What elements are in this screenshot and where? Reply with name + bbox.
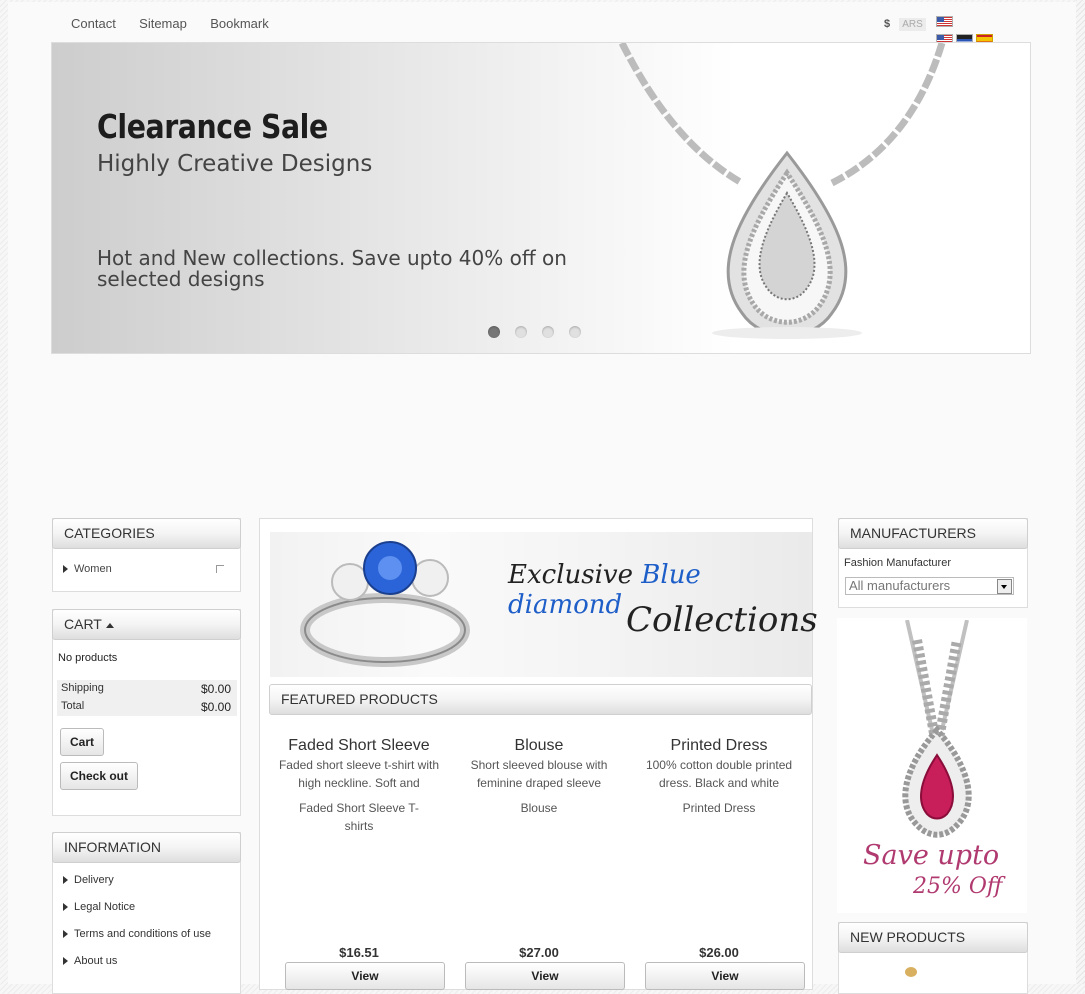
info-item-terms[interactable]: Terms and conditions of use — [53, 921, 240, 948]
new-products-block: NEW PRODUCTS — [838, 922, 1028, 994]
product-description: Short sleeved blouse with feminine drape… — [470, 758, 608, 790]
promo-line2: 25% Off — [913, 874, 1003, 899]
arrow-right-icon — [63, 957, 68, 966]
slider-subtitle: Highly Creative Designs — [97, 151, 373, 177]
expand-corner-icon[interactable] — [216, 565, 224, 573]
chevron-down-icon[interactable] — [997, 579, 1012, 594]
center-column: Exclusive Blue diamond Collections FEATU… — [259, 518, 818, 990]
ring-image — [300, 541, 470, 667]
product-card: Blouse Short sleeved blouse with feminin… — [453, 737, 625, 990]
slider-dot-3[interactable] — [542, 326, 554, 338]
info-item-about-us[interactable]: About us — [53, 948, 240, 975]
slider-desc-line2: selected designs — [97, 267, 265, 291]
product-thumbnail[interactable] — [905, 967, 917, 977]
blue-diamond-banner[interactable]: Exclusive Blue diamond Collections — [270, 532, 818, 677]
info-label[interactable]: Terms and conditions of use — [74, 928, 211, 940]
arrow-right-icon — [63, 876, 68, 885]
manufacturer-select[interactable]: All manufacturers — [845, 577, 1014, 595]
slider-dot-4[interactable] — [569, 326, 581, 338]
view-button[interactable]: View — [285, 962, 445, 990]
category-label[interactable]: Women — [74, 563, 112, 575]
product-name[interactable]: Faded Short Sleeve — [273, 737, 445, 755]
shipping-value: $0.00 — [200, 682, 231, 696]
arrow-right-icon — [63, 903, 68, 912]
information-list: Delivery Legal Notice Terms and conditio… — [53, 863, 240, 975]
promo-banner[interactable]: Save upto 25% Off — [837, 618, 1027, 913]
slider-title: Clearance Sale — [97, 107, 328, 146]
top-nav: Contact Sitemap Bookmark — [71, 16, 289, 31]
pendant-necklace-image — [618, 43, 946, 339]
info-label[interactable]: About us — [74, 955, 117, 967]
slider-description: Hot and New collections. Save upto 40% o… — [97, 248, 597, 290]
cart-button[interactable]: Cart — [60, 728, 105, 756]
checkout-button[interactable]: Check out — [60, 762, 139, 790]
currency-selector[interactable]: $ ARS — [884, 18, 926, 31]
arrow-right-icon — [63, 565, 68, 574]
info-item-delivery[interactable]: Delivery — [53, 867, 240, 894]
product-price: $16.51 — [339, 945, 379, 960]
cart-shipping-row: Shipping $0.00 — [57, 680, 237, 698]
product-description: Faded short sleeve t-shirt with high nec… — [278, 758, 440, 790]
manufacturer-link[interactable]: Fashion Manufacturer — [839, 549, 1027, 569]
info-item-legal-notice[interactable]: Legal Notice — [53, 894, 240, 921]
categories-title: CATEGORIES — [52, 518, 241, 549]
page: Contact Sitemap Bookmark $ ARS Clearance… — [8, 2, 1076, 994]
info-label[interactable]: Delivery — [74, 874, 114, 886]
currency-code[interactable]: ARS — [899, 18, 926, 31]
checkout-button-row: Check out — [53, 756, 240, 790]
hero-slider[interactable]: Clearance Sale Highly Creative Designs H… — [51, 42, 1031, 354]
cart-total-row: Total $0.00 — [57, 698, 237, 716]
window-edge — [1076, 0, 1085, 984]
us-flag-icon[interactable] — [936, 16, 953, 27]
arrow-right-icon — [63, 930, 68, 939]
view-button[interactable]: View — [645, 962, 805, 990]
product-price: $27.00 — [519, 945, 559, 960]
promo-line1: Save upto — [863, 840, 1000, 871]
cart-button-row: Cart — [53, 716, 240, 756]
information-title: INFORMATION — [52, 832, 241, 863]
collapse-arrow-icon[interactable] — [105, 622, 114, 628]
product-card: Printed Dress 100% cotton double printed… — [633, 737, 805, 990]
manufacturer-select-value: All manufacturers — [849, 578, 951, 593]
product-card: Faded Short Sleeve Faded short sleeve t-… — [273, 737, 445, 990]
banner-line2: Collections — [626, 600, 818, 640]
banner-line1-a: Exclusive — [508, 560, 642, 590]
product-name[interactable]: Printed Dress — [633, 737, 805, 755]
contact-link[interactable]: Contact — [71, 16, 116, 31]
product-price: $26.00 — [699, 945, 739, 960]
cart-block: CART No products Shipping $0.00 Total $0.0… — [52, 609, 241, 816]
cart-empty-text: No products — [58, 652, 118, 664]
manufacturers-block: MANUFACTURERS Fashion Manufacturer All m… — [838, 518, 1028, 608]
cart-title-text: CART — [64, 616, 102, 632]
featured-products-title: FEATURED PRODUCTS — [269, 684, 812, 715]
total-label: Total — [61, 700, 85, 712]
shipping-label: Shipping — [61, 682, 104, 694]
view-button[interactable]: View — [465, 962, 625, 990]
total-value: $0.00 — [200, 700, 231, 714]
currency-symbol[interactable]: $ — [884, 18, 890, 30]
product-subtitle[interactable]: Faded Short Sleeve T-shirts — [273, 799, 445, 835]
information-block: INFORMATION Delivery Legal Notice Terms … — [52, 832, 241, 994]
product-description: 100% cotton double printed dress. Black … — [645, 758, 793, 790]
manufacturers-title: MANUFACTURERS — [838, 518, 1028, 549]
product-subtitle[interactable]: Blouse — [453, 799, 625, 817]
ruby-pendant-image — [902, 620, 972, 838]
categories-block: CATEGORIES Women — [52, 518, 241, 592]
slider-pagination — [488, 326, 596, 341]
product-subtitle[interactable]: Printed Dress — [633, 799, 805, 817]
cart-title[interactable]: CART — [52, 609, 241, 640]
cart-totals: Shipping $0.00 Total $0.00 — [57, 680, 237, 716]
slider-dot-2[interactable] — [515, 326, 527, 338]
new-products-title: NEW PRODUCTS — [838, 922, 1028, 953]
bookmark-link[interactable]: Bookmark — [210, 16, 269, 31]
slider-desc-line1: Hot and New collections. Save upto 40% o… — [97, 246, 567, 270]
slider-dot-1[interactable] — [488, 326, 500, 338]
category-item-women[interactable]: Women — [53, 549, 240, 575]
info-label[interactable]: Legal Notice — [74, 901, 135, 913]
product-name[interactable]: Blouse — [453, 737, 625, 755]
sitemap-link[interactable]: Sitemap — [139, 16, 187, 31]
